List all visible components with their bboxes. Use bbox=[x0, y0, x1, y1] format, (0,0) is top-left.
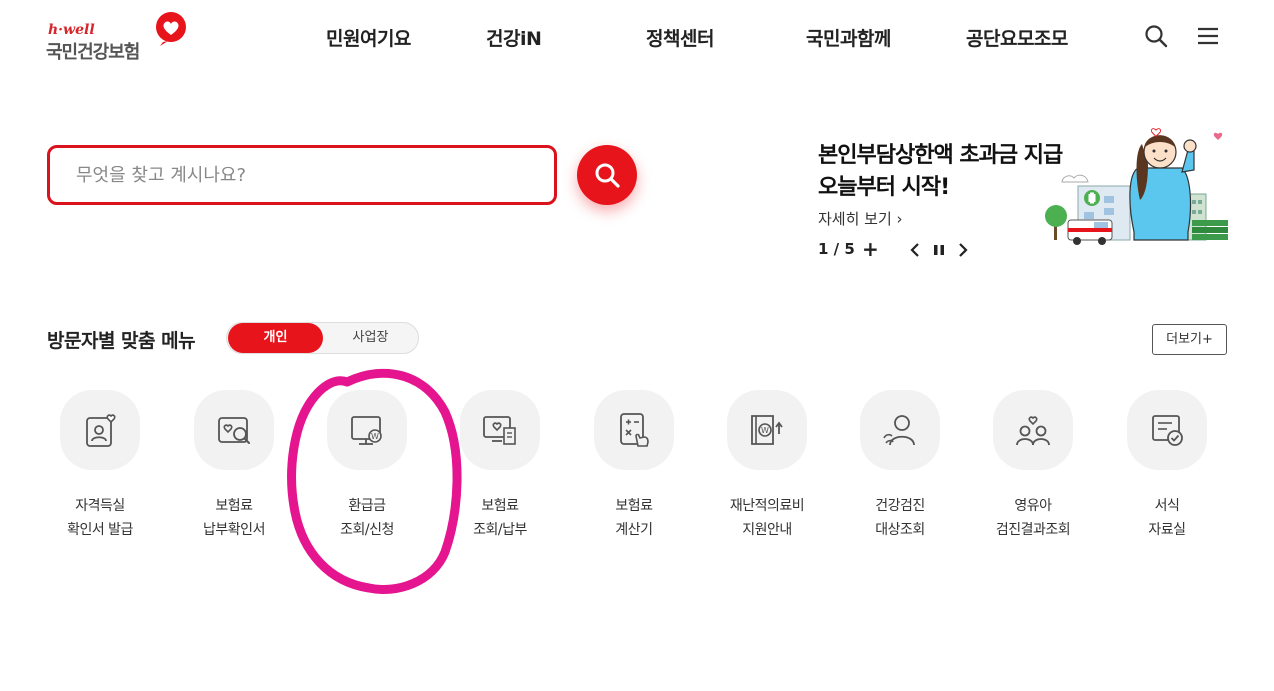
tile-label: 보험료 납부확인서 bbox=[179, 494, 289, 542]
logo-hwell-text: h·well bbox=[48, 22, 95, 38]
tile-label: 자격득실 확인서 발급 bbox=[45, 494, 155, 542]
chevron-left-icon[interactable] bbox=[906, 240, 926, 260]
search-icon bbox=[595, 163, 620, 188]
tile-label-line2: 확인서 발급 bbox=[67, 522, 133, 538]
tile-label: 건강검진 대상조회 bbox=[845, 494, 955, 542]
tile-icon-bg bbox=[60, 390, 140, 470]
book-won-arrow-icon: W bbox=[751, 415, 783, 445]
tile-label-line1: 영유아 bbox=[1014, 498, 1052, 514]
tile-label: 재난적의료비 지원안내 bbox=[712, 494, 822, 542]
menu-tile-refund-inquiry[interactable]: W 환급금 조회/신청 bbox=[312, 390, 422, 550]
tile-label-line1: 보험료 bbox=[615, 498, 653, 514]
tile-label-line1: 보험료 bbox=[481, 498, 519, 514]
toggle-business[interactable]: 사업장 bbox=[323, 323, 418, 353]
pause-icon[interactable] bbox=[929, 240, 949, 260]
person-search-icon bbox=[883, 415, 915, 446]
document-search-heart-icon bbox=[218, 417, 250, 444]
tile-label: 보험료 계산기 bbox=[579, 494, 689, 542]
nav-item-with-citizens[interactable]: 국민과함께 bbox=[806, 24, 891, 51]
tile-label-line1: 자격득실 bbox=[75, 498, 125, 514]
banner-title-line2: 오늘부터 시작! bbox=[818, 175, 950, 200]
menu-tile-premium-payment[interactable]: 보험료 조회/납부 bbox=[445, 390, 555, 550]
search-input[interactable] bbox=[76, 148, 516, 202]
tile-label-line2: 납부확인서 bbox=[203, 522, 265, 538]
document-check-icon bbox=[1152, 415, 1183, 446]
menu-tile-catastrophic-medical-support[interactable]: W 재난적의료비 지원안내 bbox=[712, 390, 822, 550]
calculator-hand-icon bbox=[620, 413, 649, 447]
svg-text:W: W bbox=[761, 426, 769, 435]
more-button[interactable]: 더보기+ bbox=[1152, 324, 1227, 355]
menu-tile-infant-checkup-results[interactable]: 영유아 검진결과조회 bbox=[978, 390, 1088, 550]
monitor-receipt-heart-icon bbox=[483, 416, 516, 445]
id-card-heart-icon bbox=[86, 414, 116, 447]
monitor-won-icon: W bbox=[351, 416, 382, 445]
tile-label-line1: 재난적의료비 bbox=[729, 498, 805, 514]
tile-label-line2: 대상조회 bbox=[875, 522, 925, 538]
tile-label-line2: 조회/신청 bbox=[340, 522, 394, 538]
tile-label-line1: 서식 bbox=[1154, 498, 1180, 514]
banner-pager: 1 / 5 bbox=[818, 240, 855, 258]
nav-item-civil-service[interactable]: 민원여기요 bbox=[326, 24, 411, 51]
tile-label-line2: 계산기 bbox=[615, 522, 653, 538]
tile-icon-bg bbox=[460, 390, 540, 470]
menu-tile-forms-library[interactable]: 서식 자료실 bbox=[1112, 390, 1222, 550]
tile-icon-bg bbox=[1127, 390, 1207, 470]
tile-label-line2: 지원안내 bbox=[742, 522, 792, 538]
heart-logo-icon bbox=[156, 12, 186, 46]
tile-label: 서식 자료실 bbox=[1112, 494, 1222, 542]
menu-tile-premium-calculator[interactable]: 보험료 계산기 bbox=[579, 390, 689, 550]
menu-tile-payment-certificate[interactable]: 보험료 납부확인서 bbox=[179, 390, 289, 550]
svg-text:W: W bbox=[371, 432, 379, 441]
banner-controls: 1 / 5 + bbox=[818, 239, 978, 262]
hamburger-menu-icon[interactable] bbox=[1196, 24, 1220, 48]
site-header: h·well 국민건강보험 민원여기요 건강iN 정책센터 국민과함께 공단요모… bbox=[0, 0, 1274, 80]
tile-icon-bg: W bbox=[727, 390, 807, 470]
menu-tile-eligibility-certificate[interactable]: 자격득실 확인서 발급 bbox=[45, 390, 155, 550]
tile-label-line1: 보험료 bbox=[215, 498, 253, 514]
logo-name-text: 국민건강보험 bbox=[46, 42, 140, 63]
banner-more-link[interactable]: 자세히 보기 › bbox=[818, 208, 903, 229]
family-heart-icon bbox=[1016, 416, 1050, 446]
visitor-menu-title: 방문자별 맞춤 메뉴 bbox=[47, 330, 196, 352]
banner-illustration-woman-hospital bbox=[1045, 128, 1228, 245]
tile-icon-bg: W bbox=[327, 390, 407, 470]
tile-icon-bg bbox=[860, 390, 940, 470]
banner-title-line1: 본인부담상한액 초과금 지급 bbox=[818, 143, 1063, 168]
nhis-logo[interactable]: h·well 국민건강보험 bbox=[46, 12, 196, 64]
tile-label-line2: 조회/납부 bbox=[473, 522, 527, 538]
tile-label-line2: 자료실 bbox=[1148, 522, 1186, 538]
banner-title[interactable]: 본인부담상한액 초과금 지급 오늘부터 시작! bbox=[818, 140, 1078, 204]
tile-label-line2: 검진결과조회 bbox=[995, 522, 1071, 538]
banner-plus-button[interactable]: + bbox=[862, 239, 882, 260]
search-box bbox=[47, 145, 557, 205]
visitor-type-toggle: 개인 사업장 bbox=[226, 322, 419, 354]
toggle-individual[interactable]: 개인 bbox=[228, 323, 323, 353]
tile-icon-bg bbox=[594, 390, 674, 470]
nav-item-policy-center[interactable]: 정책센터 bbox=[646, 24, 714, 51]
nav-item-about[interactable]: 공단요모조모 bbox=[966, 24, 1068, 51]
search-button[interactable] bbox=[577, 145, 637, 205]
menu-tile-health-checkup-target[interactable]: 건강검진 대상조회 bbox=[845, 390, 955, 550]
tile-label-line1: 건강검진 bbox=[875, 498, 925, 514]
chevron-right-icon[interactable] bbox=[952, 240, 972, 260]
tile-label: 보험료 조회/납부 bbox=[445, 494, 555, 542]
tile-icon-bg bbox=[993, 390, 1073, 470]
tile-label: 환급금 조회/신청 bbox=[312, 494, 422, 542]
nav-item-health-in[interactable]: 건강iN bbox=[486, 24, 542, 51]
tile-label-line1: 환급금 bbox=[348, 498, 386, 514]
search-icon[interactable] bbox=[1144, 24, 1168, 48]
tile-label: 영유아 검진결과조회 bbox=[978, 494, 1088, 542]
tile-icon-bg bbox=[194, 390, 274, 470]
